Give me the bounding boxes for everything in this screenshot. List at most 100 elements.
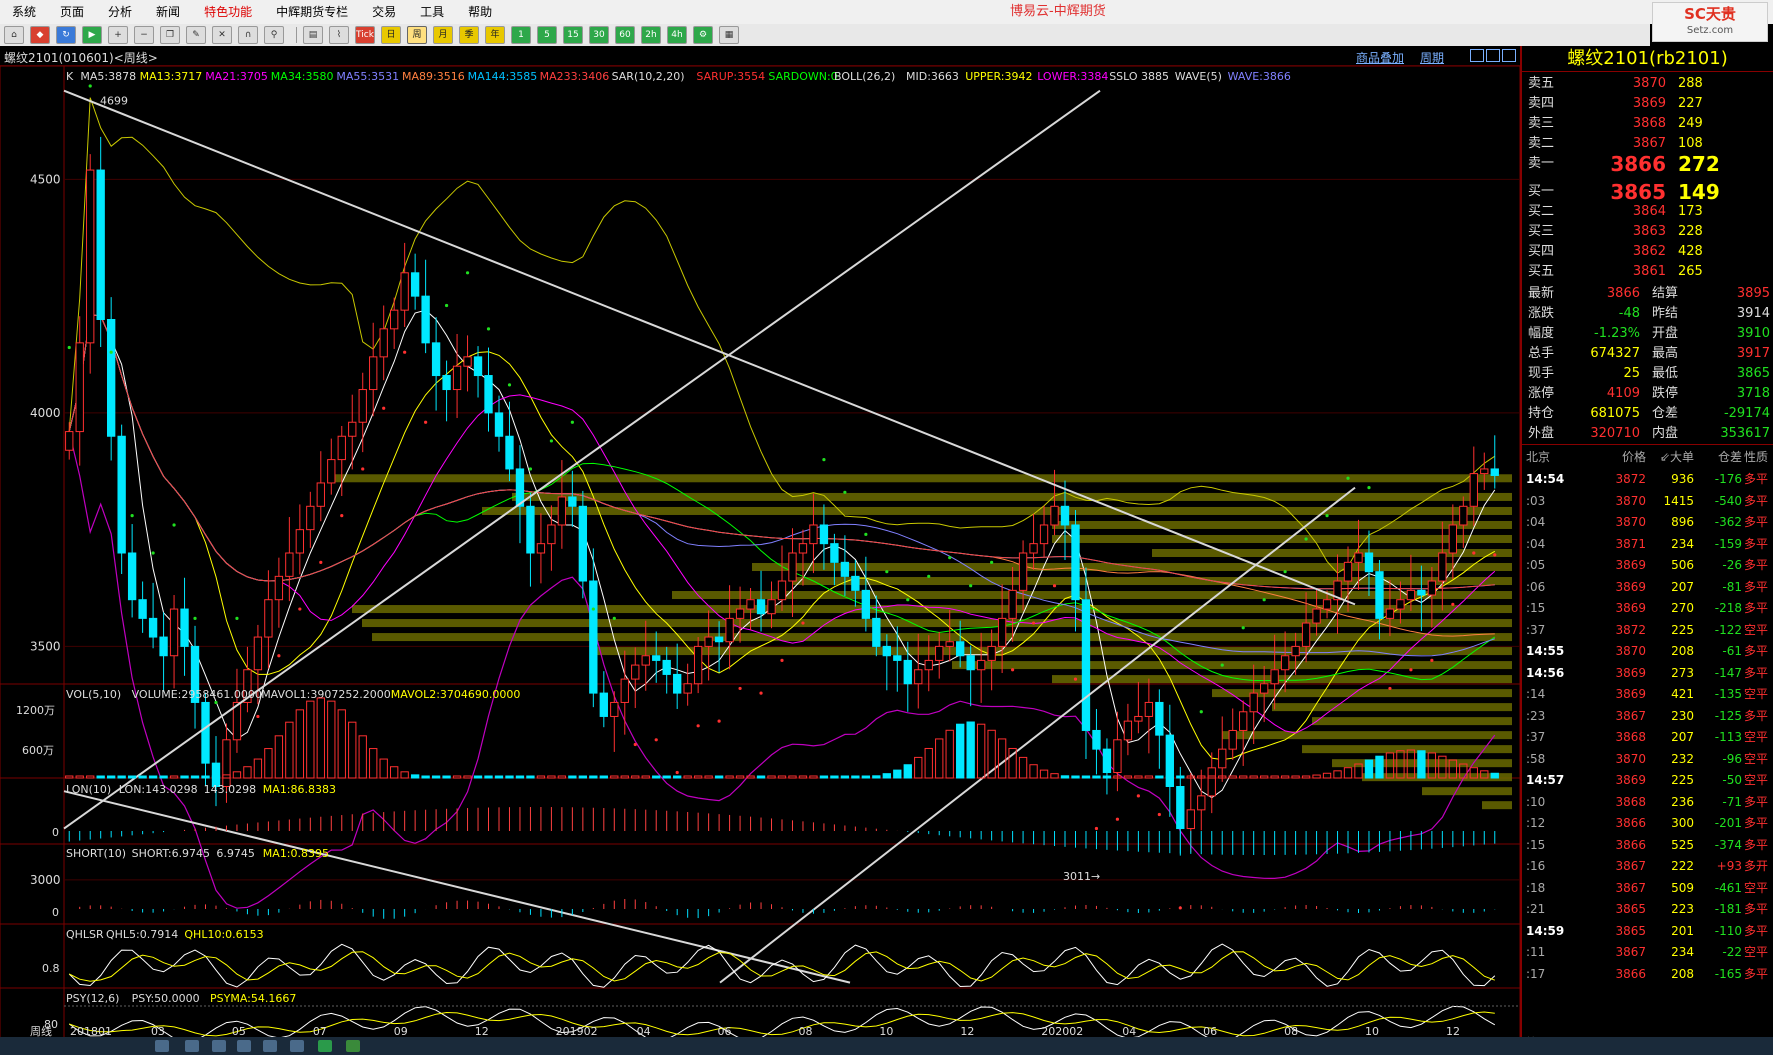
menu-item[interactable]: 中辉期货专栏 [264, 0, 360, 24]
interval-4h-button[interactable]: 4h [667, 26, 687, 44]
candle-body [735, 608, 745, 619]
main-indicator-header-item: MA21:3705 [205, 70, 268, 83]
volume-bar [914, 756, 923, 779]
volume-bar [935, 738, 944, 779]
table-icon[interactable]: ▤ [303, 26, 323, 44]
stat-label: 仓差 [1652, 406, 1679, 421]
menu-item[interactable]: 新闻 [144, 0, 192, 24]
volume-bar [725, 775, 734, 779]
pin-icon[interactable]: ⚲ [264, 26, 284, 44]
interval-2h-button[interactable]: 2h [641, 26, 661, 44]
sar-dot [172, 523, 176, 527]
interval-60m-button[interactable]: 60 [615, 26, 635, 44]
quote-icon[interactable]: ◆ [30, 26, 50, 44]
interval-1m-button[interactable]: 1 [511, 26, 531, 44]
app-title: 博易云-中辉期货 [1010, 4, 1106, 19]
candle-body [1448, 524, 1458, 554]
taskbar-app-icon[interactable] [263, 1040, 277, 1052]
line-chart-icon[interactable]: ⌇ [329, 26, 349, 44]
kline-chart[interactable]: 4500 4000 3500 3000 4699 3011→ K MA5:3878 MA13:3… [0, 66, 1520, 1037]
menu-item[interactable]: 页面 [48, 0, 96, 24]
candle-body [1291, 645, 1300, 657]
year-button[interactable]: 年 [485, 26, 505, 44]
candle-body [924, 659, 933, 671]
window-close-icon[interactable] [1502, 49, 1516, 62]
divider [1522, 444, 1773, 445]
sar-dot [801, 621, 805, 625]
interval-30m-button[interactable]: 30 [589, 26, 609, 44]
volume-bar [1050, 773, 1059, 779]
candle-body [914, 669, 923, 685]
menu-item[interactable]: 帮助 [456, 0, 504, 24]
zoom-out-icon[interactable]: − [134, 26, 154, 44]
tick-cell: :37 [1526, 730, 1546, 744]
tick-cell: -362 [1714, 515, 1742, 529]
stat-label: 涨停 [1528, 386, 1555, 401]
candle-body [1301, 622, 1311, 647]
week-button[interactable]: 周 [407, 26, 427, 44]
bid-level-label: 买二 [1528, 204, 1555, 219]
copy-icon[interactable]: ❐ [160, 26, 180, 44]
bid-volume: 173 [1678, 204, 1703, 219]
refresh-icon[interactable]: ↻ [56, 26, 76, 44]
period-link[interactable]: 周期 [1420, 49, 1444, 66]
ask-volume: 288 [1678, 76, 1703, 91]
tick-cell: -461 [1714, 880, 1742, 895]
taskbar-app-icon[interactable] [185, 1040, 199, 1052]
candle-body [274, 575, 284, 601]
zoom-in-icon[interactable]: + [108, 26, 128, 44]
sar-dot [885, 570, 889, 574]
tick-cell: 208 [1671, 966, 1694, 981]
sar-dot [528, 467, 533, 471]
candle-body [337, 435, 346, 461]
main-indicator-header-item: MID:3663 [906, 70, 959, 83]
taskbar-app-icon[interactable] [212, 1040, 226, 1052]
day-button[interactable]: 日 [381, 26, 401, 44]
overlay-link[interactable]: 商品叠加 [1356, 49, 1404, 66]
menu-item[interactable]: 系统 [0, 0, 48, 24]
logo-text: SC天贵 [1684, 5, 1736, 23]
calc-icon[interactable]: ▦ [719, 26, 739, 44]
tick-row: :58 3870 232 -96 空平 [1522, 748, 1773, 770]
custom-period-icon[interactable]: ⚙ [693, 26, 713, 44]
tick-cell: 多平 [1744, 472, 1769, 486]
sar-dot [696, 724, 700, 728]
sar-dot [1283, 570, 1287, 574]
season-button[interactable]: 季 [459, 26, 479, 44]
taskbar-app-icon[interactable] [290, 1040, 304, 1052]
main-indicator-header-item: WAVE(5) [1175, 70, 1222, 83]
candle-body [473, 356, 483, 377]
menu-item[interactable]: 特色功能 [192, 0, 264, 24]
tick-row: 14:56 3869 273 -147 多平 [1522, 662, 1773, 684]
window-maximize-icon[interactable] [1486, 49, 1500, 62]
taskbar-app-icon[interactable] [237, 1040, 251, 1052]
tick-row: 14:55 3870 208 -61 多平 [1522, 640, 1773, 662]
draw-icon[interactable]: ✎ [186, 26, 206, 44]
menu-item[interactable]: 分析 [96, 0, 144, 24]
bid-price: 3861 [1632, 264, 1666, 279]
menu-item[interactable]: 工具 [408, 0, 456, 24]
taskbar-app-icon[interactable] [318, 1040, 332, 1052]
tick-cell: :23 [1526, 708, 1546, 723]
taskbar-app-icon[interactable] [155, 1040, 169, 1052]
sar-dot [738, 686, 742, 691]
sar-dot [633, 742, 637, 747]
tick-button[interactable]: Tick [355, 26, 375, 44]
candle-body [117, 435, 126, 554]
home-icon[interactable]: ⌂ [4, 26, 24, 44]
candle-body [1207, 767, 1216, 797]
magnet-icon[interactable]: ∩ [238, 26, 258, 44]
interval-5m-button[interactable]: 5 [537, 26, 557, 44]
tick-header-cell: ⇙大单 [1659, 450, 1694, 464]
candle-body [348, 421, 357, 437]
taskbar-app-icon[interactable] [346, 1040, 360, 1052]
volume-bar [872, 775, 881, 779]
interval-15m-button[interactable]: 15 [563, 26, 583, 44]
play-icon[interactable]: ▶ [82, 26, 102, 44]
month-button[interactable]: 月 [433, 26, 453, 44]
window-restore-icon[interactable] [1470, 49, 1484, 62]
erase-icon[interactable]: ✕ [212, 26, 232, 44]
candle-body [851, 575, 860, 591]
menu-item[interactable]: 交易 [360, 0, 408, 24]
tick-cell: 多平 [1744, 644, 1769, 658]
